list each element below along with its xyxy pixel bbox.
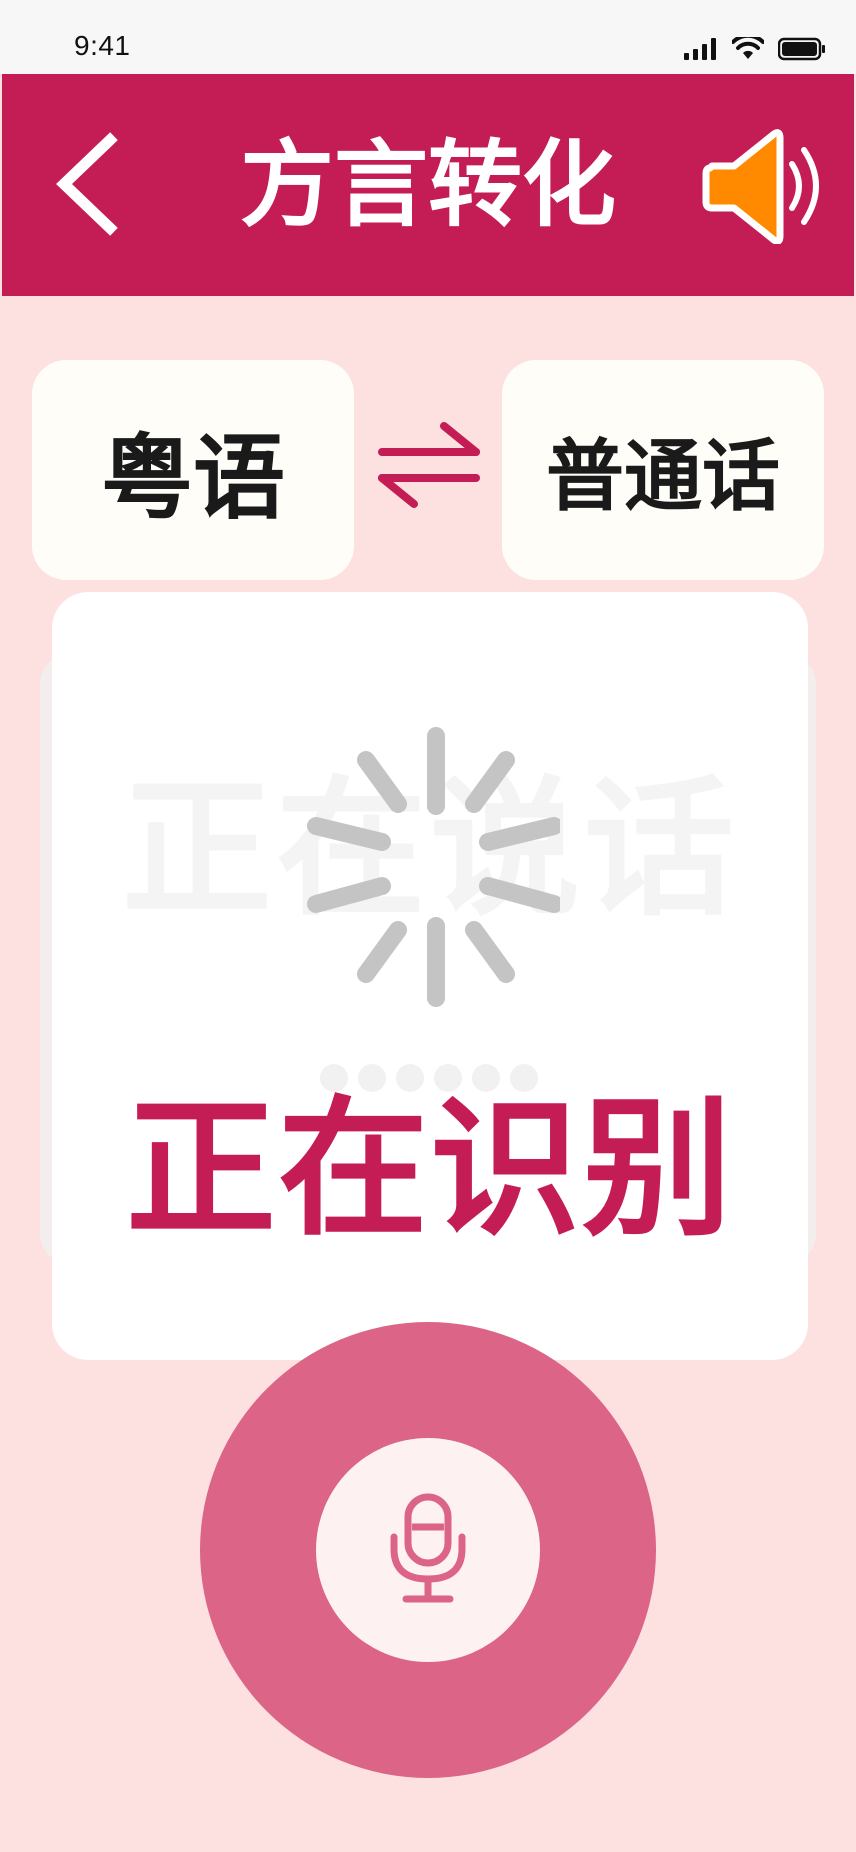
swap-language-button[interactable] [374, 416, 484, 512]
battery-icon [778, 37, 825, 61]
source-language-button[interactable]: 粤语 [32, 360, 354, 580]
loading-spinner-icon [307, 727, 560, 1007]
mic-button[interactable] [316, 1438, 540, 1662]
microphone-icon [390, 1493, 466, 1603]
speaker-icon [702, 129, 819, 245]
wifi-icon [732, 37, 764, 59]
status-time: 9:41 [74, 30, 131, 61]
recognition-status: 正在识别 [125, 1083, 734, 1257]
signal-icon [684, 38, 716, 60]
target-language-button[interactable]: 普通话 [502, 360, 824, 580]
status-icons [684, 34, 826, 64]
speaker-button[interactable] [700, 128, 830, 245]
swap-arrows-icon [378, 422, 480, 508]
